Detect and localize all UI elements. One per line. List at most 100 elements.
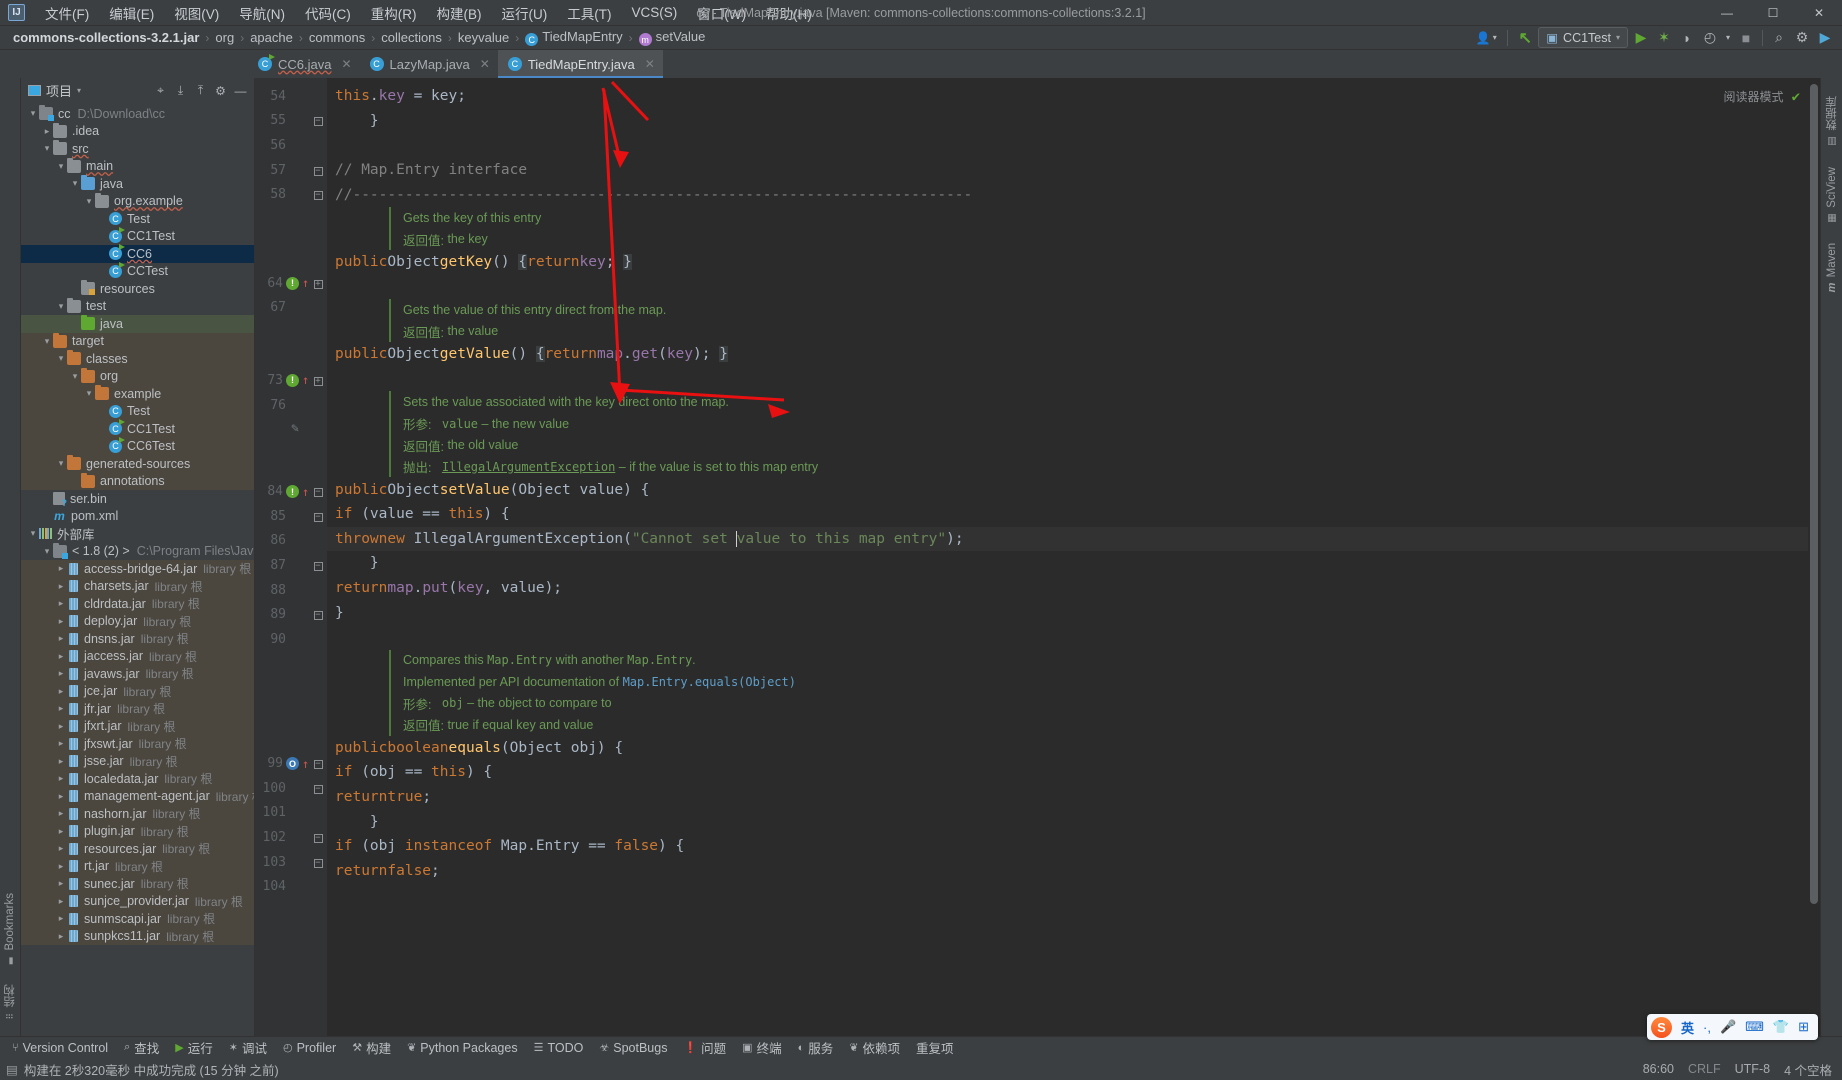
code-line-88[interactable]: return map. put(key, value); <box>327 576 1808 601</box>
close-icon[interactable]: ✕ <box>480 57 490 71</box>
reader-mode-indicator[interactable]: 阅读器模式 ✔ <box>1724 88 1800 105</box>
chevron-down-icon[interactable]: ▾ <box>83 388 95 399</box>
gutter-edit-icon[interactable]: ✎ <box>255 417 327 457</box>
code-line-89[interactable]: } <box>327 600 1808 625</box>
tree-node-test[interactable]: C Test <box>21 210 254 228</box>
code-line-102[interactable]: } <box>327 809 1808 834</box>
code-line-87[interactable]: } <box>327 551 1808 576</box>
fold-toggle-icon[interactable]: − <box>312 832 324 844</box>
chevron-right-icon[interactable]: ▸ <box>55 721 67 732</box>
tree-node-cldrdata-jar[interactable]: ▸ cldrdata.jar library 根 <box>21 595 254 613</box>
ai-assistant-button[interactable]: ▶ <box>1814 27 1836 48</box>
run-configuration-selector[interactable]: ▣ CC1Test ▾ <box>1538 27 1628 48</box>
code-line-56[interactable] <box>327 133 1808 158</box>
code-line-73[interactable]: public Object getValue() { return map. ge… <box>327 342 1808 367</box>
inspection-ok-icon[interactable]: ✔ <box>1792 89 1800 105</box>
tree-node-cc1test[interactable]: C CC1Test <box>21 226 254 246</box>
fold-toggle-icon[interactable]: − <box>312 783 324 794</box>
tree-node-jfxswt-jar[interactable]: ▸ jfxswt.jar library 根 <box>21 735 254 753</box>
maximize-button[interactable]: ☐ <box>1750 0 1796 26</box>
breadcrumb-item-collections[interactable]: collections <box>376 29 447 46</box>
run-tool-button[interactable]: ▶ 运行 <box>167 1036 220 1059</box>
tree-node-annotations[interactable]: annotations <box>21 472 254 490</box>
breadcrumb-item-commons-collections-3-2-1-jar[interactable]: commons-collections-3.2.1.jar <box>8 29 204 46</box>
chevron-right-icon[interactable]: ▸ <box>55 826 67 837</box>
tree-node-sunpkcs11-jar[interactable]: ▸ sunpkcs11.jar library 根 <box>21 927 254 945</box>
code-line-57[interactable]: // Map.Entry interface <box>327 158 1808 183</box>
menu-edit[interactable]: 编辑(E) <box>99 0 164 26</box>
chevron-down-icon[interactable]: ▾ <box>41 143 53 154</box>
services-button[interactable]: ◐ 服务 <box>790 1036 842 1059</box>
chevron-right-icon[interactable]: ▸ <box>55 686 67 697</box>
debug-tool-button[interactable]: ✶ 调试 <box>221 1036 275 1059</box>
profiler-tool-button[interactable]: ◴ Profiler <box>275 1039 344 1057</box>
gutter-line-56[interactable]: 56 <box>255 133 327 158</box>
tree-node-org-example[interactable]: ▾ org.example <box>21 192 254 211</box>
gutter-line-104[interactable]: 104 <box>255 874 327 899</box>
skin-icon[interactable]: 👕 <box>1773 1019 1789 1035</box>
tree-node-pom-xml[interactable]: m pom.xml <box>21 508 254 526</box>
menu-code[interactable]: 代码(C) <box>295 0 361 26</box>
tree-node-target[interactable]: ▾ target <box>21 332 254 350</box>
tree-node-rt-jar[interactable]: ▸ rt.jar library 根 <box>21 857 254 875</box>
gutter-line-64[interactable]: 64! ↑ + <box>255 271 327 296</box>
menu-build[interactable]: 构建(B) <box>427 0 492 26</box>
menu-help[interactable]: 帮助(H) <box>756 0 822 26</box>
locate-file-icon[interactable]: ⌖ <box>151 81 170 100</box>
code-line-64[interactable]: public Object getKey() { return key; } <box>327 250 1808 275</box>
tree-node----[interactable]: ▾ 外部库 <box>21 525 254 543</box>
tree-node-cc6[interactable]: C CC6 <box>21 244 254 263</box>
code-line-54[interactable]: this. key = key; <box>327 84 1808 109</box>
chevron-down-icon[interactable]: ▾ <box>1722 27 1734 48</box>
tree-node-management-agent-jar[interactable]: ▸ management-agent.jar library 根 <box>21 787 254 805</box>
tree-node-example[interactable]: ▾ example <box>21 385 254 403</box>
expand-all-icon[interactable]: ⤓ <box>171 81 190 100</box>
run-with-coverage-button[interactable]: ◗ <box>1676 27 1698 48</box>
tree-node-cc[interactable]: ▾ cc D:\Download\cc <box>21 105 254 123</box>
sciview-tool-button[interactable]: ▦ SciView <box>1826 167 1838 224</box>
gutter-line-102[interactable]: 102 − <box>255 825 327 850</box>
chevron-right-icon[interactable]: ▸ <box>55 581 67 592</box>
breadcrumb-item-org[interactable]: org <box>210 29 239 46</box>
menu-view[interactable]: 视图(V) <box>164 0 229 26</box>
settings-icon[interactable]: ⚙ <box>211 81 230 100</box>
menu-navigate[interactable]: 导航(N) <box>229 0 295 26</box>
chevron-right-icon[interactable]: ▸ <box>55 616 67 627</box>
close-icon[interactable]: ✕ <box>645 57 655 71</box>
tree-node-main[interactable]: ▾ main <box>21 157 254 176</box>
vertical-scrollbar-thumb[interactable] <box>1810 84 1818 904</box>
chevron-down-icon[interactable]: ▾ <box>41 336 53 347</box>
profile-button[interactable]: ◴ <box>1699 27 1721 48</box>
user-account-icon[interactable]: 👤 ▾ <box>1471 27 1501 48</box>
ime-toolbar[interactable]: S 英 ·, 🎤 ⌨ 👕 ⊞ <box>1646 1014 1818 1040</box>
microphone-icon[interactable]: 🎤 <box>1720 1019 1736 1035</box>
collapse-all-icon[interactable]: ⤒ <box>191 81 210 100</box>
editor-tab-lazymap-java[interactable]: C LazyMap.java ✕ <box>360 50 498 78</box>
chevron-right-icon[interactable]: ▸ <box>55 791 67 802</box>
chevron-right-icon[interactable]: ▸ <box>55 703 67 714</box>
tree-node-plugin-jar[interactable]: ▸ plugin.jar library 根 <box>21 822 254 840</box>
tree-node-java[interactable]: ▾ java <box>21 175 254 193</box>
chevron-right-icon[interactable]: ▸ <box>55 913 67 924</box>
gutter-line-57[interactable]: 57 − <box>255 158 327 183</box>
fold-toggle-icon[interactable]: − <box>312 560 324 571</box>
indent-setting[interactable]: 4 个空格 <box>1784 1060 1832 1079</box>
ime-mode-label[interactable]: 英 <box>1681 1018 1694 1037</box>
tree-node-jaccess-jar[interactable]: ▸ jaccess.jar library 根 <box>21 647 254 665</box>
terminal-button[interactable]: ▣ 终端 <box>734 1036 789 1059</box>
editor-scrollbar[interactable] <box>1808 78 1820 1036</box>
gutter-line-86[interactable]: 86 <box>255 529 327 554</box>
code-line-103[interactable]: if (obj instanceof Map.Entry == false) { <box>327 834 1808 859</box>
tree-node-cc6test[interactable]: C CC6Test <box>21 436 254 455</box>
code-line-67[interactable] <box>327 275 1808 300</box>
tree-node-jfr-jar[interactable]: ▸ jfr.jar library 根 <box>21 700 254 718</box>
fold-toggle-icon[interactable]: − <box>312 189 324 201</box>
gutter-line-84[interactable]: 84! ↑ − <box>255 479 327 504</box>
database-tool-button[interactable]: ▥ 数据库 <box>1824 96 1840 147</box>
breadcrumb-item-keyvalue[interactable]: keyvalue <box>453 29 514 46</box>
tree-node-generated-sources[interactable]: ▾ generated-sources <box>21 455 254 473</box>
code-line-101[interactable]: return true; <box>327 785 1808 810</box>
build-tool-button[interactable]: ⚒ 构建 <box>344 1036 399 1059</box>
override-marker-icon[interactable]: ! <box>286 485 299 499</box>
tree-node-sunec-jar[interactable]: ▸ sunec.jar library 根 <box>21 875 254 893</box>
